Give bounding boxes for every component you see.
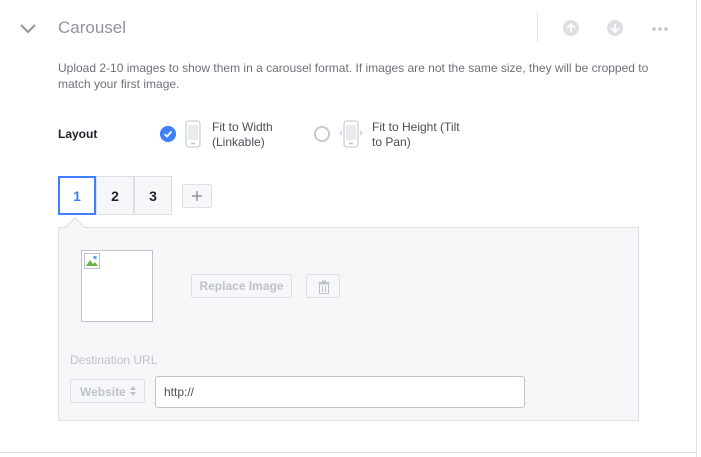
carousel-header: Carousel <box>0 0 697 58</box>
destination-url-label: Destination URL <box>70 353 158 367</box>
panel-divider <box>0 452 697 453</box>
select-arrows-icon <box>130 386 136 396</box>
arrow-up-icon[interactable] <box>561 18 581 38</box>
plus-icon <box>192 191 202 201</box>
radio-checked-icon[interactable] <box>160 126 176 142</box>
layout-option-fit-width[interactable]: Fit to Width (Linkable) <box>160 118 290 152</box>
phone-portrait-icon <box>185 120 201 148</box>
header-divider <box>537 13 538 42</box>
layout-option-label: Fit to Width (Linkable) <box>212 120 273 149</box>
website-select-value: Website <box>80 385 126 399</box>
chevron-down-icon[interactable] <box>18 20 38 38</box>
phone-tilt-icon <box>339 120 363 148</box>
more-icon[interactable] <box>650 18 670 38</box>
section-title: Carousel <box>58 18 127 37</box>
trash-icon <box>318 280 330 294</box>
tab-card-3[interactable]: 3 <box>134 176 172 215</box>
carousel-description: Upload 2-10 images to show them in a car… <box>58 61 649 91</box>
layout-option-label: Fit to Height (Tilt to Pan) <box>372 120 460 149</box>
delete-image-button[interactable] <box>306 274 340 298</box>
tab-card-1[interactable]: 1 <box>58 176 96 215</box>
broken-image-icon <box>84 253 100 269</box>
radio-unchecked-icon[interactable] <box>314 126 330 142</box>
replace-image-button[interactable]: Replace Image <box>191 274 292 298</box>
arrow-down-icon[interactable] <box>605 18 625 38</box>
layout-label: Layout <box>58 127 98 141</box>
add-card-button[interactable] <box>182 184 212 208</box>
image-thumbnail[interactable] <box>81 250 153 322</box>
tab-card-2[interactable]: 2 <box>96 176 134 215</box>
layout-option-fit-height[interactable]: Fit to Height (Tilt to Pan) <box>314 118 474 152</box>
website-select[interactable]: Website <box>70 379 145 403</box>
destination-url-input[interactable] <box>155 376 525 408</box>
